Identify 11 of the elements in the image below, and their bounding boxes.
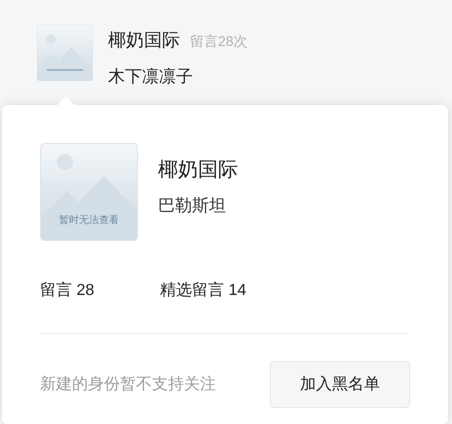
comment-count: 留言28次: [190, 32, 248, 51]
profile-region: 巴勒斯坦: [158, 195, 227, 218]
follow-note: 新建的身份暂不支持关注: [40, 374, 216, 394]
stat-label: 精选留言 14: [160, 280, 246, 301]
image-placeholder-icon: [37, 25, 93, 81]
stat-label: 留言 28: [40, 280, 96, 301]
profile-name: 椰奶国际: [158, 158, 238, 184]
comment-text: 木下凛凛子: [108, 66, 194, 88]
placeholder-caption: 暂时无法查看: [58, 214, 120, 228]
blacklist-button[interactable]: 加入黑名单: [270, 361, 410, 408]
author-name: 椰奶国际: [108, 29, 180, 52]
